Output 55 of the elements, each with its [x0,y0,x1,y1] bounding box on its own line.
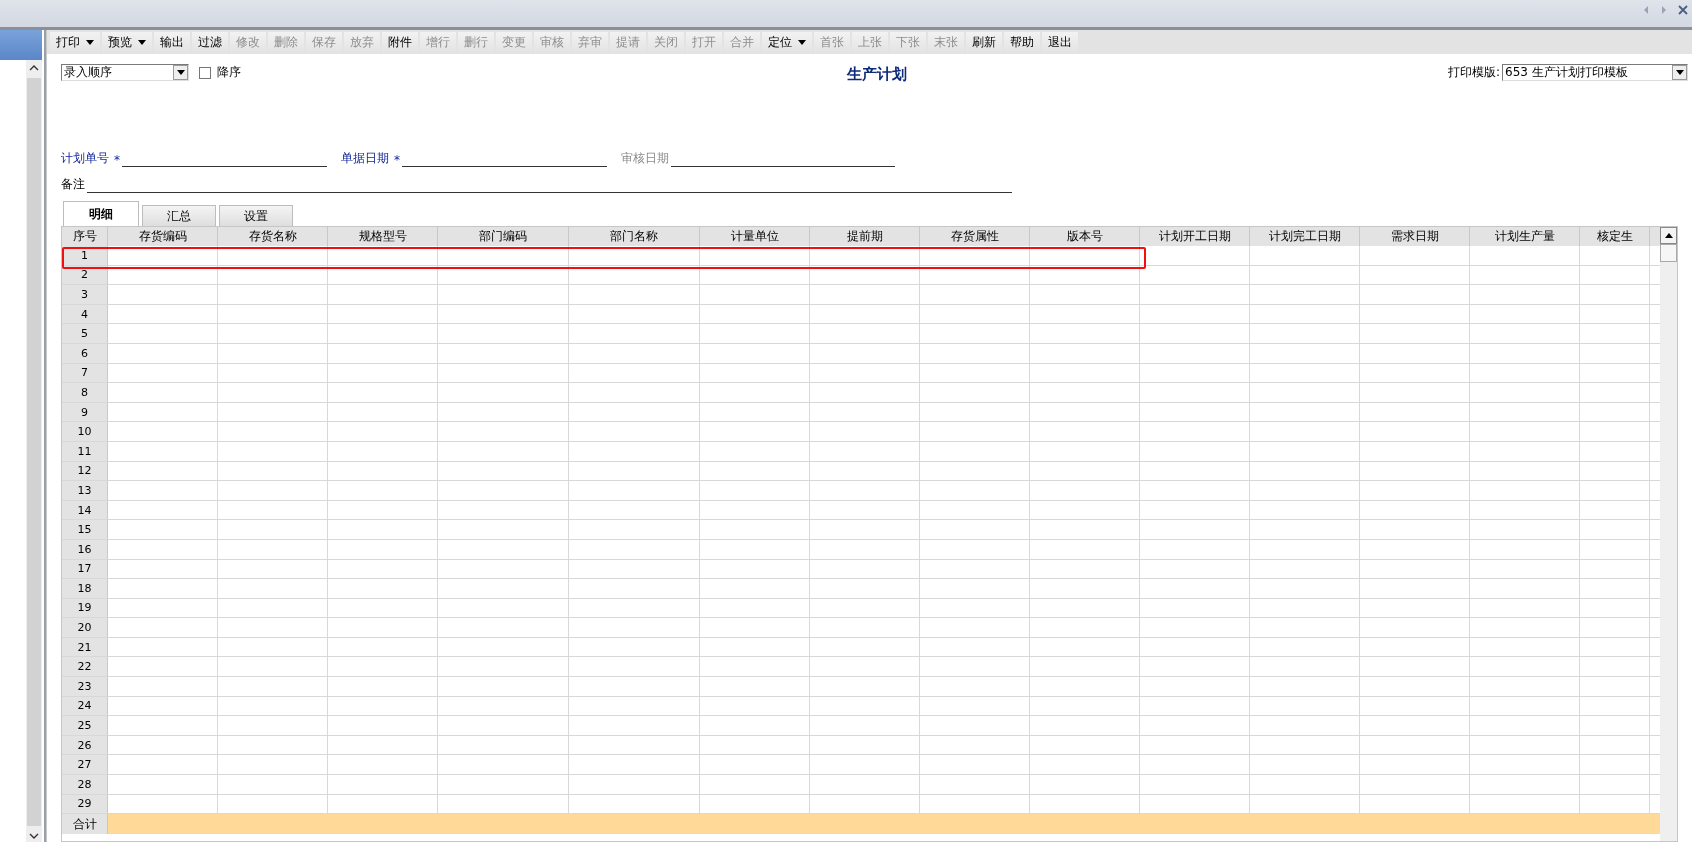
field-label: 备注 [61,176,85,193]
required-mark: * [114,153,120,167]
caret-icon [86,39,94,45]
column-header: 计划生产量 [1470,227,1580,246]
scrollbar-thumb[interactable] [1660,244,1677,262]
column-header: 核定生 [1580,227,1650,246]
column-header: 计量单位 [700,227,810,246]
row-number: 13 [62,481,108,500]
row-number: 25 [62,716,108,735]
dropdown-icon [1675,70,1684,75]
column-header: 版本号 [1030,227,1140,246]
close-icon[interactable] [1678,5,1688,15]
column-header: 存货属性 [920,227,1030,246]
field-label: 审核日期 [621,150,669,167]
column-header: 部门编码 [438,227,569,246]
tab[interactable]: 设置 [219,205,293,226]
column-header: 存货名称 [218,227,328,246]
row-number: 20 [62,618,108,637]
row-number: 10 [62,422,108,441]
column-header: 规格型号 [328,227,438,246]
dropdown-icon [176,70,185,75]
page-title: 生产计划 [846,64,907,84]
row-number: 18 [62,579,108,598]
row-number: 23 [62,677,108,696]
row-number: 15 [62,520,108,539]
column-header: 提前期 [810,227,920,246]
scroll-up-icon[interactable] [29,64,39,72]
scroll-down-icon[interactable] [29,832,39,840]
checkbox[interactable] [199,66,211,79]
row-number: 27 [62,755,108,775]
field-label: 单据日期 [341,150,389,167]
caret-icon [798,39,806,45]
field-label: 计划单号 [61,150,109,167]
checkbox-label: 降序 [217,64,241,81]
scroll-up-icon [1664,233,1673,238]
caret-icon [138,39,146,45]
template-label: 打印模版: [1447,64,1500,81]
tab[interactable]: 明细 [63,201,139,226]
row-number: 22 [62,657,108,677]
column-header: 需求日期 [1360,227,1470,246]
template-select[interactable]: 653 生产计划打印模板 [1502,64,1688,81]
column-header: 存货编码 [108,227,218,246]
column-header: 部门名称 [569,227,700,246]
column-header: 计划开工日期 [1140,227,1250,246]
row-number: 5 [62,324,108,343]
sidebar-header [0,30,42,60]
column-header: 计划完工日期 [1250,227,1360,246]
row-number: 3 [62,285,108,304]
row-number: 8 [62,383,108,402]
scroll-up-button[interactable] [1660,227,1677,244]
sort-select[interactable]: 录入顺序 [61,64,189,81]
tab[interactable]: 汇总 [142,205,216,226]
row-number: 28 [62,775,108,794]
required-mark: * [394,153,400,167]
total-label: 合计 [62,814,108,835]
